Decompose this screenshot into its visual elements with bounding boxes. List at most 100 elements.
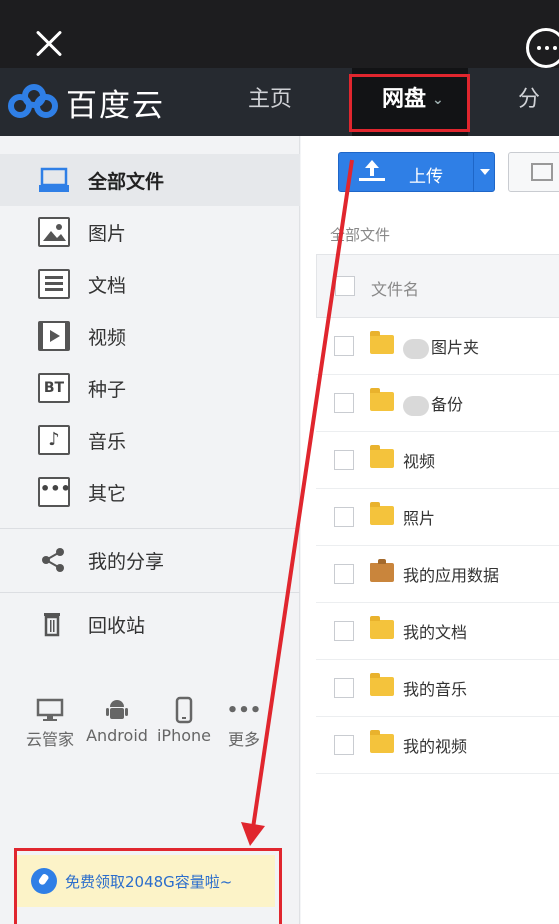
device-iphone[interactable]: iPhone — [154, 694, 214, 745]
row-checkbox[interactable] — [334, 678, 354, 698]
upload-label: 上传 — [409, 167, 443, 187]
upload-button[interactable]: 上传 — [338, 152, 495, 192]
sidebar-item-label: 视频 — [88, 326, 127, 349]
device-desktop[interactable]: 云管家 — [22, 694, 78, 750]
sidebar-item-label: 音乐 — [88, 430, 127, 453]
cloud-logo-icon — [8, 84, 62, 120]
device-label: iPhone — [156, 726, 211, 745]
upload-dropdown-icon[interactable] — [473, 153, 495, 191]
sidebar-divider — [0, 592, 300, 593]
row-checkbox[interactable] — [334, 621, 354, 641]
other-icon: ••• — [38, 477, 71, 507]
folder-icon — [370, 388, 394, 411]
file-row[interactable]: 我的音乐 — [316, 660, 559, 717]
row-checkbox[interactable] — [334, 393, 354, 413]
folder-icon — [370, 502, 394, 525]
folder-icon — [370, 730, 394, 753]
sidebar-item-torrents[interactable]: BT 种子 — [0, 362, 300, 414]
device-android[interactable]: Android — [84, 694, 150, 745]
file-name: 我的音乐 — [403, 680, 468, 699]
device-label: 云管家 — [25, 730, 74, 749]
row-checkbox[interactable] — [334, 336, 354, 356]
new-folder-icon — [531, 163, 553, 181]
file-row[interactable]: 照片 — [316, 489, 559, 546]
row-checkbox[interactable] — [334, 564, 354, 584]
folder-icon — [370, 673, 394, 696]
sidebar-item-music[interactable]: ♪ 音乐 — [0, 414, 300, 466]
trash-icon — [38, 609, 70, 639]
file-row[interactable]: 我的应用数据 — [316, 546, 559, 603]
image-icon — [38, 217, 70, 247]
file-name: 图片夹 — [431, 338, 480, 357]
sidebar-item-label: 我的分享 — [88, 550, 165, 573]
select-all-checkbox[interactable] — [335, 276, 355, 296]
sidebar-item-label: 回收站 — [88, 614, 146, 637]
android-icon — [84, 694, 150, 726]
baidu-cloud-logo[interactable]: 百度云 — [8, 82, 165, 124]
file-name: 我的视频 — [403, 737, 468, 756]
folder-icon — [370, 616, 394, 639]
close-icon[interactable] — [28, 24, 68, 64]
sidebar-item-my-shares[interactable]: 我的分享 — [0, 534, 300, 586]
sidebar-item-other[interactable]: ••• 其它 — [0, 466, 300, 518]
sidebar-item-videos[interactable]: 视频 — [0, 310, 300, 362]
folder-icon — [370, 331, 394, 354]
column-header-filename[interactable]: 文件名 — [371, 276, 419, 300]
file-name: 我的文档 — [403, 623, 468, 642]
file-name: 照片 — [403, 509, 436, 528]
tab-home[interactable]: 主页 — [248, 68, 292, 136]
tab-netdisk-label: 网盘 — [382, 87, 427, 112]
upload-icon-base — [359, 178, 385, 181]
promo-banner[interactable]: 免费领取2048G容量啦~ — [17, 855, 275, 907]
sidebar-divider — [0, 528, 300, 529]
new-folder-button[interactable] — [508, 152, 559, 192]
bt-icon: BT — [38, 373, 70, 403]
device-label: Android — [86, 726, 148, 745]
breadcrumb[interactable]: 全部文件 — [330, 224, 390, 245]
sidebar-item-images[interactable]: 图片 — [0, 206, 300, 258]
promo-icon — [31, 868, 57, 894]
file-name: 我的应用数据 — [403, 566, 500, 585]
folder-icon — [370, 445, 394, 468]
sidebar-item-documents[interactable]: 文档 — [0, 258, 300, 310]
all-files-icon — [38, 165, 70, 195]
sidebar: 全部文件 图片 文档 视频 BT 种子 ♪ 音乐 ••• 其它 我的分享 回收站… — [0, 136, 300, 924]
file-row[interactable]: 视频 — [316, 432, 559, 489]
row-checkbox[interactable] — [334, 507, 354, 527]
tab-share[interactable]: 分享 — [518, 68, 559, 176]
app-name: 百度云 — [66, 87, 165, 124]
video-icon — [38, 321, 70, 351]
chevron-down-icon: ⌄ — [432, 92, 444, 108]
promo-text: 免费领取2048G容量啦~ — [65, 872, 233, 891]
document-icon — [38, 269, 70, 299]
tab-netdisk[interactable]: 网盘 ⌄ — [352, 68, 468, 136]
file-row[interactable]: 我的文档 — [316, 603, 559, 660]
row-checkbox[interactable] — [334, 450, 354, 470]
client-downloads: 云管家 Android iPhone ••• 更多 — [0, 694, 300, 764]
sidebar-item-recycle-bin[interactable]: 回收站 — [0, 598, 300, 650]
more-options-icon[interactable] — [526, 28, 559, 68]
file-name: 备份 — [431, 395, 464, 414]
music-icon: ♪ — [38, 425, 70, 455]
tab-home-label: 主页 — [248, 87, 293, 112]
sidebar-item-label: 全部文件 — [88, 170, 165, 193]
row-checkbox[interactable] — [334, 735, 354, 755]
sidebar-item-label: 其它 — [88, 482, 127, 505]
app-header: 百度云 主页 网盘 ⌄ 分享 — [0, 68, 559, 176]
file-list-header: 文件名 — [316, 254, 559, 318]
file-panel: 上传 全部文件 文件名 图片夹 备份 视频 照片 我的应用数据 我的文档 我的音… — [301, 136, 559, 924]
iphone-icon — [154, 694, 214, 726]
sidebar-item-label: 文档 — [88, 274, 127, 297]
sidebar-item-all-files[interactable]: 全部文件 — [0, 154, 300, 206]
sidebar-item-label: 图片 — [88, 222, 127, 245]
file-row[interactable]: 备份 — [316, 375, 559, 432]
sidebar-item-label: 种子 — [88, 378, 127, 401]
device-label: 更多 — [227, 730, 260, 749]
file-row[interactable]: 图片夹 — [316, 318, 559, 375]
device-more[interactable]: ••• 更多 — [222, 694, 266, 750]
redacted-blur — [403, 395, 429, 416]
file-row[interactable]: 我的视频 — [316, 717, 559, 774]
browser-top-bar — [0, 0, 559, 68]
redacted-blur — [403, 338, 429, 359]
file-name: 视频 — [403, 452, 436, 471]
